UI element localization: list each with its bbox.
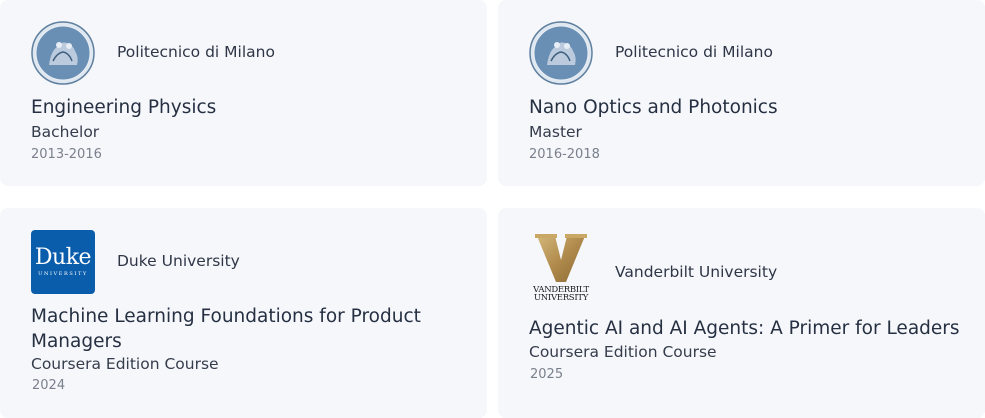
course-title: Nano Optics and Photonics [529, 97, 778, 118]
years: 2025 [530, 367, 564, 382]
duke-logo-subtext: UNIVERSITY [38, 271, 88, 277]
years: 2016-2018 [529, 147, 600, 162]
education-card-duke: Duke UNIVERSITY Duke University Machine … [0, 208, 487, 418]
institution-name: Vanderbilt University [615, 263, 778, 281]
degree-type: Coursera Edition Course [529, 343, 717, 361]
years: 2013-2016 [31, 147, 102, 162]
education-card-politecnico-master: Politecnico di Milano Nano Optics and Ph… [498, 0, 985, 186]
duke-logo-text: Duke [34, 245, 92, 270]
course-title: Machine Learning Foundations for Product… [31, 306, 421, 352]
vanderbilt-logo: VANDERBILT UNIVERSITY [529, 230, 593, 305]
degree-type: Master [529, 123, 582, 141]
institution-name: Politecnico di Milano [615, 43, 773, 61]
institution-name: Politecnico di Milano [117, 43, 275, 61]
institution-name: Duke University [117, 252, 240, 270]
vanderbilt-logo-text-2: UNIVERSITY [533, 293, 589, 303]
years: 2024 [32, 378, 66, 393]
course-title: Engineering Physics [31, 97, 217, 118]
politecnico-seal-icon [529, 21, 593, 85]
degree-type: Coursera Edition Course [31, 355, 219, 373]
education-card-politecnico-bachelor: Politecnico di Milano Engineering Physic… [0, 0, 487, 186]
politecnico-seal-icon [31, 21, 95, 85]
education-card-vanderbilt: VANDERBILT UNIVERSITY Vanderbilt Univers… [498, 208, 985, 418]
course-title: Agentic AI and AI Agents: A Primer for L… [529, 318, 960, 339]
degree-type: Bachelor [31, 123, 100, 141]
duke-logo: Duke UNIVERSITY [31, 230, 95, 294]
vanderbilt-v-icon [535, 234, 587, 282]
